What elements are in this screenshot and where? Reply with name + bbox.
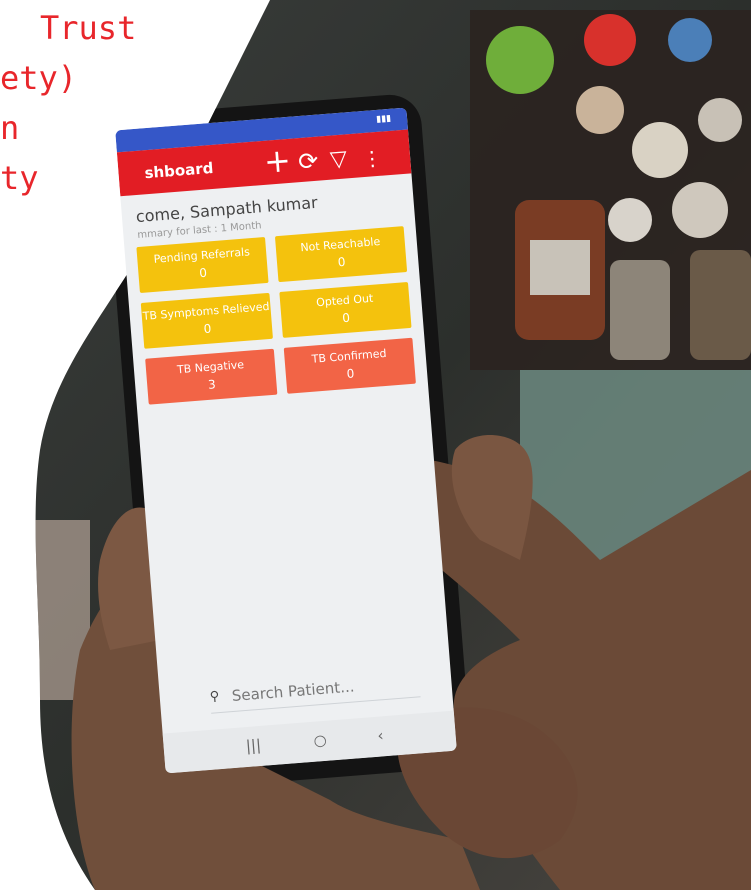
tile-count: 0: [341, 310, 351, 326]
recent-apps-icon[interactable]: |||: [245, 736, 262, 755]
tile-pending-referrals[interactable]: Pending Referrals 0: [136, 237, 269, 294]
tile-tb-confirmed[interactable]: TB Confirmed 0: [283, 337, 416, 394]
headline-line-1: Trust: [40, 9, 137, 47]
tile-count: 3: [207, 377, 217, 392]
tile-label: Opted Out: [315, 291, 374, 310]
tile-count: 0: [203, 321, 212, 337]
refresh-icon[interactable]: ⟳: [297, 144, 320, 179]
tile-count: 0: [346, 366, 355, 382]
filter-icon[interactable]: ▽: [329, 142, 349, 177]
tile-tb-negative[interactable]: TB Negative 3: [145, 348, 278, 405]
signal-icon: ▮▮▮: [375, 113, 392, 125]
tile-not-reachable[interactable]: Not Reachable 0: [274, 226, 408, 283]
tile-label: Pending Referrals: [153, 245, 251, 266]
tile-label: TB Confirmed: [311, 346, 387, 366]
tile-count: 0: [337, 254, 347, 270]
summary-tiles: Pending Referrals 0 Not Reachable 0 TB S…: [136, 226, 416, 405]
headline-line-3: n: [0, 109, 20, 147]
headline-line-2: ety): [0, 59, 78, 97]
home-icon[interactable]: ○: [313, 731, 327, 750]
search-patient-input[interactable]: ⚲ Search Patient...: [209, 670, 421, 714]
tile-tb-symptoms-relieved[interactable]: TB Symptoms Relieved 0: [140, 292, 273, 349]
search-icon: ⚲: [209, 689, 221, 705]
tile-label: TB Negative: [176, 358, 245, 377]
plus-icon[interactable]: +: [263, 141, 293, 181]
back-icon[interactable]: ‹: [377, 726, 384, 744]
more-vertical-icon[interactable]: ⋮: [361, 141, 384, 176]
tile-count: 0: [198, 265, 208, 281]
headline-line-4: ty: [0, 159, 39, 197]
headline-text: Trust ety) n ty: [0, 0, 260, 240]
search-placeholder: Search Patient...: [231, 677, 356, 706]
tile-opted-out[interactable]: Opted Out 0: [279, 281, 412, 338]
tile-label: Not Reachable: [299, 235, 381, 255]
